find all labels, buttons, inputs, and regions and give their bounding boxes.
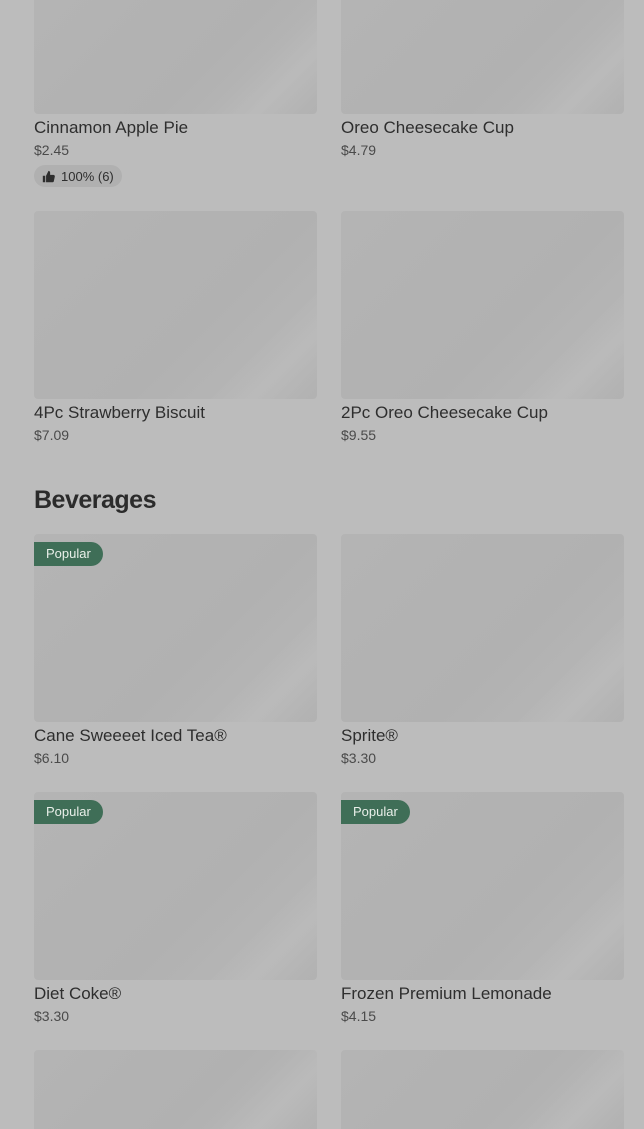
item-image[interactable]: Popular xyxy=(34,534,317,722)
item-name: Diet Coke® xyxy=(34,984,122,1003)
item-image[interactable] xyxy=(341,0,624,114)
item-image[interactable] xyxy=(341,534,624,722)
menu-item-card[interactable] xyxy=(34,1050,317,1129)
menu-item-card[interactable]: Oreo Cheesecake Cup $4.79 xyxy=(341,0,624,159)
item-price: $3.30 xyxy=(34,1008,70,1024)
item-price: $4.15 xyxy=(341,1008,377,1024)
item-name: 2Pc Oreo Cheesecake Cup xyxy=(341,403,548,422)
item-name: Sprite® xyxy=(341,726,398,745)
popular-badge: Popular xyxy=(341,800,410,824)
item-name: Cinnamon Apple Pie xyxy=(34,118,189,137)
popular-badge: Popular xyxy=(34,800,103,824)
item-image[interactable] xyxy=(341,211,624,399)
menu-item-card[interactable]: 4Pc Strawberry Biscuit $7.09 xyxy=(34,211,317,444)
item-image[interactable]: Popular xyxy=(341,792,624,980)
item-price: $6.10 xyxy=(34,750,70,766)
item-name: Cane Sweeeet Iced Tea® xyxy=(34,726,227,745)
menu-item-card[interactable]: Popular Cane Sweeeet Iced Tea® $6.10 xyxy=(34,534,317,767)
item-price: $7.09 xyxy=(34,427,70,443)
menu-page: Cinnamon Apple Pie $2.45 100% (6) Oreo C… xyxy=(0,0,644,1129)
item-image[interactable]: Popular xyxy=(34,792,317,980)
item-price: $2.45 xyxy=(34,142,70,158)
item-image[interactable] xyxy=(341,1050,624,1129)
item-image[interactable] xyxy=(34,0,317,114)
popular-badge: Popular xyxy=(34,542,103,566)
item-price: $9.55 xyxy=(341,427,377,443)
menu-item-card[interactable]: Sprite® $3.30 xyxy=(341,534,624,767)
menu-item-card[interactable] xyxy=(341,1050,624,1129)
menu-item-card[interactable]: Cinnamon Apple Pie $2.45 100% (6) xyxy=(34,0,317,188)
item-price: $3.30 xyxy=(341,750,377,766)
rating-badge: 100% (6) xyxy=(34,165,122,187)
menu-item-card[interactable]: Popular Diet Coke® $3.30 xyxy=(34,792,317,1025)
item-image[interactable] xyxy=(34,1050,317,1129)
thumbs-up-icon xyxy=(42,170,55,182)
item-name: Frozen Premium Lemonade xyxy=(341,984,552,1003)
section-title: Beverages xyxy=(34,486,156,514)
item-image[interactable] xyxy=(34,211,317,399)
menu-item-card[interactable]: 2Pc Oreo Cheesecake Cup $9.55 xyxy=(341,211,624,444)
item-name: Oreo Cheesecake Cup xyxy=(341,118,514,137)
item-price: $4.79 xyxy=(341,142,377,158)
menu-item-card[interactable]: Popular Frozen Premium Lemonade $4.15 xyxy=(341,792,624,1025)
item-name: 4Pc Strawberry Biscuit xyxy=(34,403,205,422)
rating-text: 100% (6) xyxy=(61,168,114,184)
